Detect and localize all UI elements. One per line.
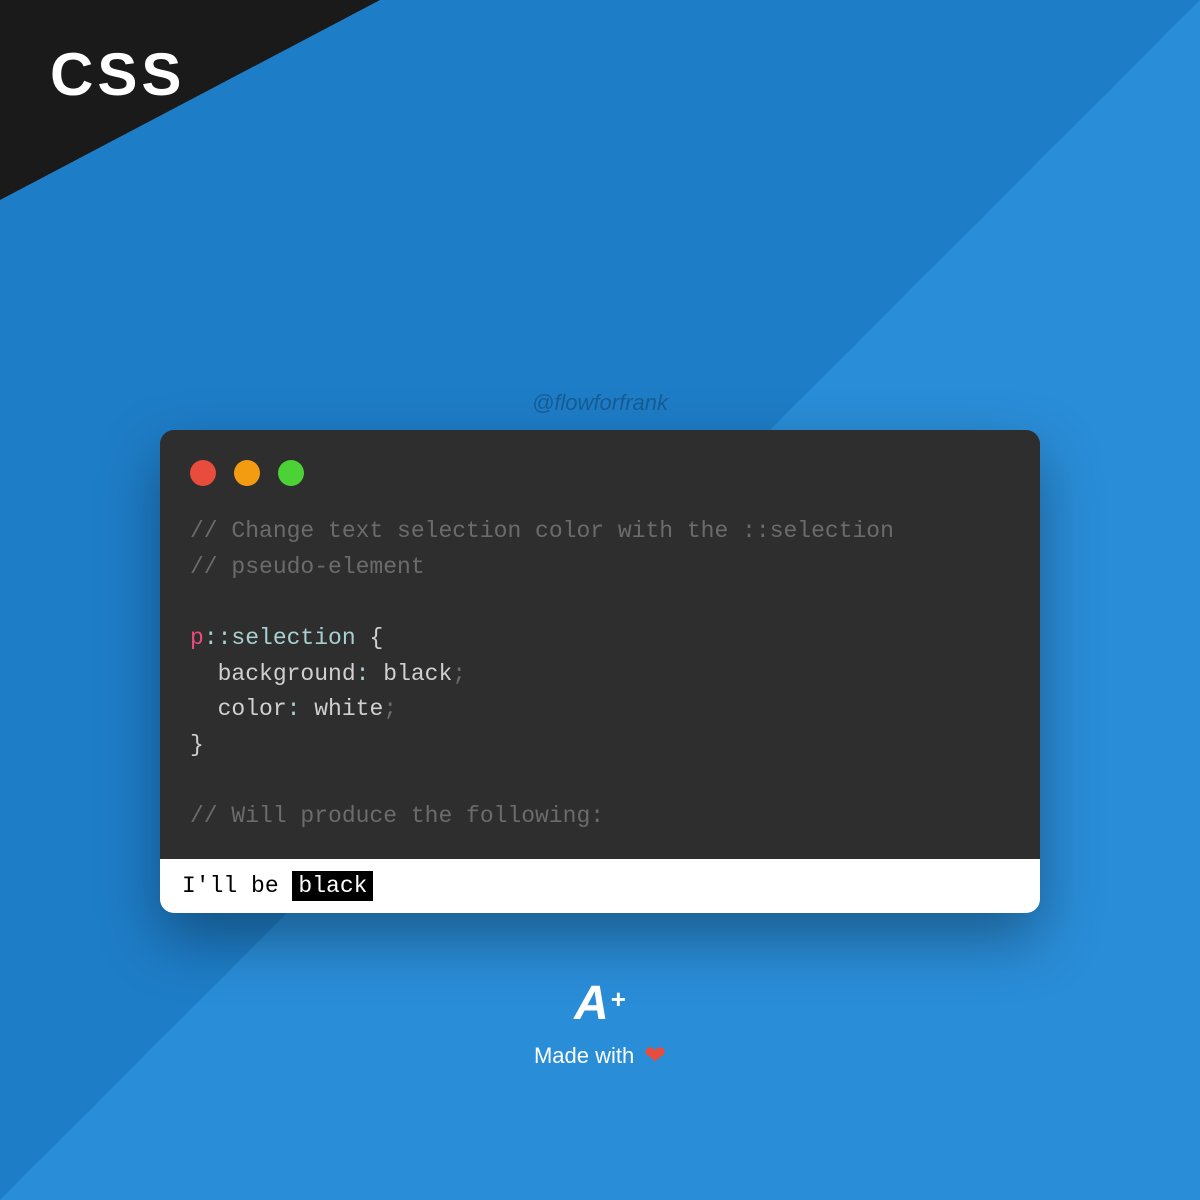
output-text-prefix: I'll be: [182, 873, 292, 899]
maximize-icon: [278, 460, 304, 486]
code-semicolon: ;: [383, 696, 397, 722]
watermark-handle: @flowforfrank: [532, 390, 668, 416]
code-colon: :: [356, 661, 370, 687]
traffic-lights: [190, 460, 1010, 486]
code-value: black: [383, 661, 452, 687]
close-icon: [190, 460, 216, 486]
output-selected-text: black: [292, 871, 373, 901]
heart-icon: ❤: [644, 1040, 666, 1071]
code-comment: // Change text selection color with the …: [190, 518, 894, 544]
code-comment: // pseudo-element: [190, 554, 425, 580]
footer: A + Made with ❤: [534, 980, 666, 1071]
code-brace: {: [356, 625, 384, 651]
logo: A +: [574, 980, 626, 1028]
code-selector-tag: p: [190, 625, 204, 651]
code-brace: }: [190, 732, 204, 758]
code-block: // Change text selection color with the …: [190, 514, 1010, 835]
corner-label: CSS: [50, 40, 185, 109]
code-property: background: [218, 661, 356, 687]
logo-plus-icon: +: [611, 984, 626, 1015]
code-property: color: [218, 696, 287, 722]
output-bar: I'll be black: [160, 859, 1040, 913]
code-colon: :: [287, 696, 301, 722]
code-selector-pseudo: ::selection: [204, 625, 356, 651]
code-semicolon: ;: [452, 661, 466, 687]
minimize-icon: [234, 460, 260, 486]
made-with-line: Made with ❤: [534, 1040, 666, 1071]
code-value: white: [314, 696, 383, 722]
logo-letter: A: [574, 980, 609, 1028]
code-window: // Change text selection color with the …: [160, 430, 1040, 913]
code-body: // Change text selection color with the …: [160, 430, 1040, 859]
made-with-text: Made with: [534, 1043, 634, 1069]
code-comment: // Will produce the following:: [190, 803, 604, 829]
